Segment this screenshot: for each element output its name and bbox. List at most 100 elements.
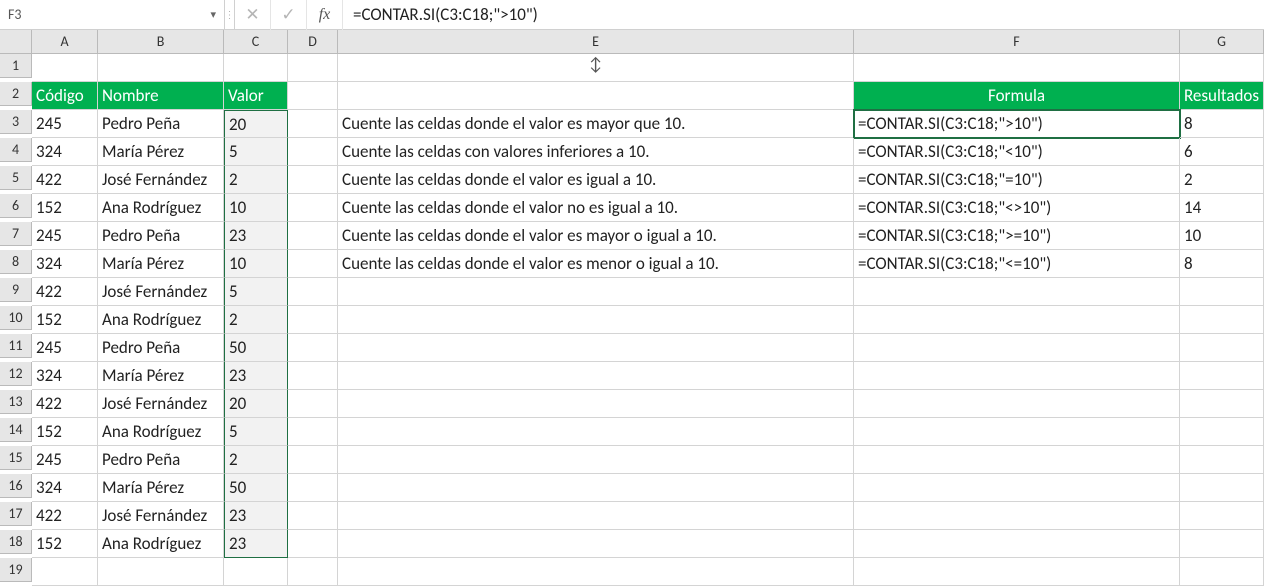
cell-A14[interactable]: 152 bbox=[32, 418, 98, 446]
cell-F9[interactable] bbox=[854, 278, 1180, 306]
cell-D15[interactable] bbox=[288, 446, 338, 474]
row-header-1[interactable]: 1 bbox=[0, 54, 32, 78]
cell-E2[interactable] bbox=[338, 82, 854, 110]
cell-B6[interactable]: Ana Rodríguez bbox=[98, 194, 224, 222]
cell-G9[interactable] bbox=[1180, 278, 1264, 306]
cell-E3[interactable]: Cuente las celdas donde el valor es mayo… bbox=[338, 110, 854, 138]
cell-B13[interactable]: José Fernández bbox=[98, 390, 224, 418]
cell-B12[interactable]: María Pérez bbox=[98, 362, 224, 390]
cell-C4[interactable]: 5 bbox=[224, 138, 288, 166]
cell-B2[interactable]: Nombre bbox=[98, 82, 224, 110]
cell-C2[interactable]: Valor bbox=[224, 82, 288, 110]
cell-F7[interactable]: =CONTAR.SI(C3:C18;">=10") bbox=[854, 222, 1180, 250]
cell-A8[interactable]: 324 bbox=[32, 250, 98, 278]
row-header-19[interactable]: 19 bbox=[0, 558, 32, 582]
col-header-F[interactable]: F bbox=[854, 30, 1180, 54]
cell-G15[interactable] bbox=[1180, 446, 1264, 474]
cell-C13[interactable]: 20 bbox=[224, 390, 288, 418]
row-header-8[interactable]: 8 bbox=[0, 250, 32, 274]
cell-G7[interactable]: 10 bbox=[1180, 222, 1264, 250]
cell-A15[interactable]: 245 bbox=[32, 446, 98, 474]
fx-icon[interactable]: fx bbox=[307, 0, 343, 30]
cell-C19[interactable] bbox=[224, 558, 288, 586]
cell-E7[interactable]: Cuente las celdas donde el valor es mayo… bbox=[338, 222, 854, 250]
cell-B7[interactable]: Pedro Peña bbox=[98, 222, 224, 250]
cell-E6[interactable]: Cuente las celdas donde el valor no es i… bbox=[338, 194, 854, 222]
cell-G17[interactable] bbox=[1180, 502, 1264, 530]
cell-F19[interactable] bbox=[854, 558, 1180, 586]
col-header-B[interactable]: B bbox=[98, 30, 224, 54]
cell-G5[interactable]: 2 bbox=[1180, 166, 1264, 194]
cell-A5[interactable]: 422 bbox=[32, 166, 98, 194]
row-header-3[interactable]: 3 bbox=[0, 110, 32, 134]
accept-icon[interactable]: ✓ bbox=[271, 0, 307, 30]
cell-G6[interactable]: 14 bbox=[1180, 194, 1264, 222]
cell-D9[interactable] bbox=[288, 278, 338, 306]
cell-B3[interactable]: Pedro Peña bbox=[98, 110, 224, 138]
cell-A6[interactable]: 152 bbox=[32, 194, 98, 222]
cell-F5[interactable]: =CONTAR.SI(C3:C18;"=10") bbox=[854, 166, 1180, 194]
row-header-4[interactable]: 4 bbox=[0, 138, 32, 162]
cell-G18[interactable] bbox=[1180, 530, 1264, 558]
cell-E8[interactable]: Cuente las celdas donde el valor es meno… bbox=[338, 250, 854, 278]
formula-input[interactable]: =CONTAR.SI(C3:C18;">10") bbox=[343, 4, 1264, 25]
cell-C10[interactable]: 2 bbox=[224, 306, 288, 334]
cell-F2[interactable]: Formula bbox=[854, 82, 1180, 110]
cell-G4[interactable]: 6 bbox=[1180, 138, 1264, 166]
cell-D8[interactable] bbox=[288, 250, 338, 278]
row-header-17[interactable]: 17 bbox=[0, 502, 32, 526]
cell-E9[interactable] bbox=[338, 278, 854, 306]
cell-F11[interactable] bbox=[854, 334, 1180, 362]
row-header-2[interactable]: 2 bbox=[0, 82, 32, 106]
cell-E18[interactable] bbox=[338, 530, 854, 558]
cell-C12[interactable]: 23 bbox=[224, 362, 288, 390]
cell-E14[interactable] bbox=[338, 418, 854, 446]
cell-E13[interactable] bbox=[338, 390, 854, 418]
cell-F14[interactable] bbox=[854, 418, 1180, 446]
select-all-corner[interactable] bbox=[0, 30, 32, 54]
cell-C17[interactable]: 23 bbox=[224, 502, 288, 530]
cell-G1[interactable] bbox=[1180, 54, 1264, 82]
cell-A19[interactable] bbox=[32, 558, 98, 586]
cell-D4[interactable] bbox=[288, 138, 338, 166]
row-header-12[interactable]: 12 bbox=[0, 362, 32, 386]
cell-C3[interactable]: 20 bbox=[224, 110, 288, 138]
cell-A18[interactable]: 152 bbox=[32, 530, 98, 558]
cell-C6[interactable]: 10 bbox=[224, 194, 288, 222]
cell-B10[interactable]: Ana Rodríguez bbox=[98, 306, 224, 334]
col-header-E[interactable]: E↕ bbox=[338, 30, 854, 54]
col-header-D[interactable]: D bbox=[288, 30, 338, 54]
row-header-10[interactable]: 10 bbox=[0, 306, 32, 330]
cell-F8[interactable]: =CONTAR.SI(C3:C18;"<=10") bbox=[854, 250, 1180, 278]
cell-C8[interactable]: 10 bbox=[224, 250, 288, 278]
cell-A3[interactable]: 245 bbox=[32, 110, 98, 138]
cell-D11[interactable] bbox=[288, 334, 338, 362]
cell-D18[interactable] bbox=[288, 530, 338, 558]
name-box[interactable]: F3 ▾ bbox=[0, 0, 225, 29]
cell-A7[interactable]: 245 bbox=[32, 222, 98, 250]
cell-B16[interactable]: María Pérez bbox=[98, 474, 224, 502]
cell-D14[interactable] bbox=[288, 418, 338, 446]
cell-F4[interactable]: =CONTAR.SI(C3:C18;"<10") bbox=[854, 138, 1180, 166]
cell-F1[interactable] bbox=[854, 54, 1180, 82]
cell-A13[interactable]: 422 bbox=[32, 390, 98, 418]
cell-D5[interactable] bbox=[288, 166, 338, 194]
cell-E15[interactable] bbox=[338, 446, 854, 474]
row-header-9[interactable]: 9 bbox=[0, 278, 32, 302]
cell-C15[interactable]: 2 bbox=[224, 446, 288, 474]
cell-G16[interactable] bbox=[1180, 474, 1264, 502]
cell-G13[interactable] bbox=[1180, 390, 1264, 418]
cell-A2[interactable]: Código bbox=[32, 82, 98, 110]
cell-D2[interactable] bbox=[288, 82, 338, 110]
cell-G8[interactable]: 8 bbox=[1180, 250, 1264, 278]
cell-A17[interactable]: 422 bbox=[32, 502, 98, 530]
cell-F3[interactable]: =CONTAR.SI(C3:C18;">10") bbox=[854, 110, 1180, 138]
cell-B18[interactable]: Ana Rodríguez bbox=[98, 530, 224, 558]
chevron-down-icon[interactable]: ▾ bbox=[210, 8, 216, 21]
cell-D12[interactable] bbox=[288, 362, 338, 390]
cell-E11[interactable] bbox=[338, 334, 854, 362]
col-header-G[interactable]: G bbox=[1180, 30, 1264, 54]
cell-B9[interactable]: José Fernández bbox=[98, 278, 224, 306]
cell-G3[interactable]: 8 bbox=[1180, 110, 1264, 138]
cell-D19[interactable] bbox=[288, 558, 338, 586]
